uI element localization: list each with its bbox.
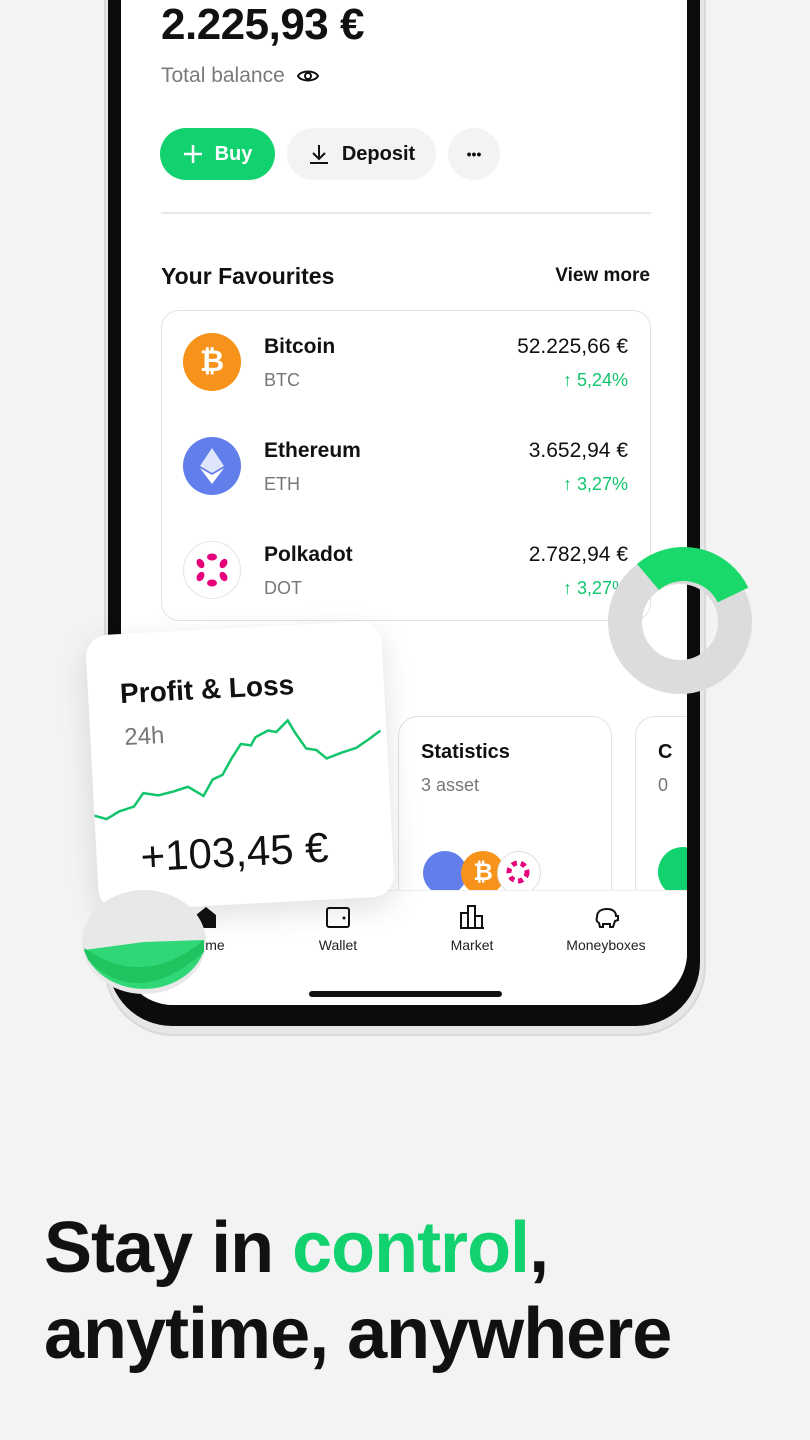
deposit-label: Deposit [341, 142, 416, 165]
coin-symbol: BTC [264, 370, 300, 390]
more-button[interactable]: ••• [448, 128, 500, 180]
piggy-bank-icon [595, 907, 619, 928]
total-balance-label: Total balance [161, 64, 319, 88]
headline-text: Stay in [44, 1208, 293, 1288]
partial-card-title: C [658, 741, 673, 763]
buy-label: Buy [214, 142, 253, 165]
headline-line2: anytime, anywhere [44, 1294, 672, 1374]
view-more-link[interactable]: View more [555, 265, 650, 287]
coin-name: Bitcoin [264, 335, 336, 358]
nav-label: Market [450, 937, 494, 953]
polkadot-icon [183, 541, 241, 599]
ethereum-icon [183, 437, 241, 495]
deposit-button[interactable]: Deposit [287, 128, 436, 180]
coin-symbol: ETH [264, 474, 300, 494]
coin-symbol: DOT [264, 578, 302, 598]
profit-loss-title: Profit & Loss [119, 669, 295, 710]
partial-card[interactable]: C 0 [635, 716, 687, 916]
nav-wallet[interactable]: Wallet [273, 903, 403, 953]
list-item-ethereum[interactable]: Ethereum ETH 3.652,94 € ↑ 3,27% [162, 415, 650, 515]
total-balance-amount: 2.225,93 € [161, 0, 364, 49]
nav-moneyboxes[interactable]: Moneyboxes [541, 903, 671, 953]
coin-change: ↑ 5,24% [562, 370, 628, 390]
headline-line1: Stay in control, [44, 1205, 671, 1291]
statistics-title: Statistics [421, 741, 510, 763]
coin-name: Ethereum [264, 439, 361, 462]
polkadot-icon [497, 851, 541, 895]
profit-loss-sparkline [94, 718, 382, 821]
statistics-card[interactable]: Statistics 3 asset ₿ [398, 716, 612, 916]
bitcoin-icon: ₿ [183, 333, 241, 391]
headline: Stay in control, anytime, anywhere [44, 1205, 672, 1377]
more-dots-icon: ••• [466, 146, 482, 162]
statistics-subtitle: 3 asset [421, 775, 480, 795]
coin-price: 3.652,94 € [528, 439, 628, 462]
list-item-polkadot[interactable]: Polkadot DOT 2.782,94 € ↑ 3,27% [162, 519, 650, 619]
list-item-bitcoin[interactable]: ₿ Bitcoin BTC 52.225,66 € ↑ 5,24% [162, 311, 650, 411]
headline-accent: control [292, 1208, 530, 1288]
coin-name: Polkadot [264, 543, 353, 566]
home-indicator [309, 991, 502, 997]
plus-icon [183, 145, 202, 163]
coin-change: ↑ 3,27% [562, 474, 628, 494]
profit-loss-value: +103,45 € [139, 823, 330, 881]
nav-label: Moneyboxes [566, 937, 646, 953]
partial-card-subtitle: 0 [658, 775, 669, 795]
headline-comma: , [529, 1208, 549, 1288]
download-icon [309, 145, 328, 164]
bar-chart-icon [460, 905, 484, 929]
ring-chart-decoration-icon [608, 547, 752, 694]
buy-button[interactable]: Buy [160, 128, 275, 180]
favourites-title: Your Favourites [161, 263, 335, 289]
wallet-icon [326, 907, 350, 928]
nav-label: Wallet [318, 937, 358, 953]
favourites-list: ₿ Bitcoin BTC 52.225,66 € ↑ 5,24% Ethere… [161, 310, 651, 621]
divider [161, 212, 651, 214]
profit-loss-card[interactable]: Profit & Loss 24h +103,45 € [84, 620, 396, 912]
coin-price: 52.225,66 € [517, 335, 628, 358]
nav-market[interactable]: Market [407, 903, 537, 953]
pie-chart-decoration-icon [82, 890, 206, 994]
eye-icon[interactable] [296, 68, 319, 84]
balance-label-text: Total balance [161, 64, 285, 87]
